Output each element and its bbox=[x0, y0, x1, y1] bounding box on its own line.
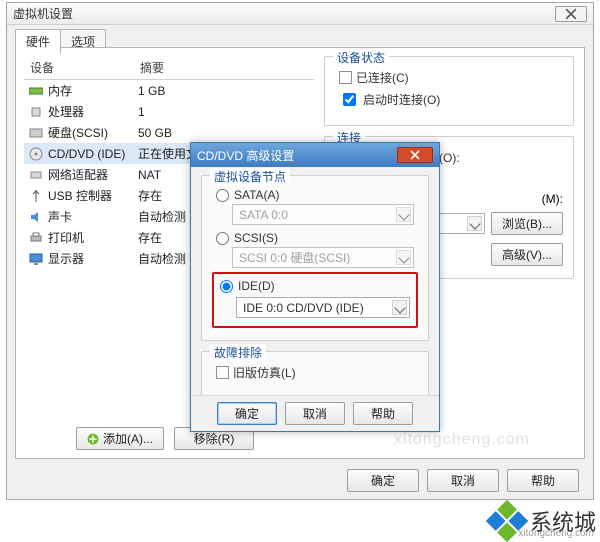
radio-icon bbox=[216, 189, 229, 202]
modal-titlebar: CD/DVD 高级设置 bbox=[191, 143, 439, 167]
add-device-button[interactable]: 添加(A)... bbox=[76, 427, 164, 450]
display-icon bbox=[28, 251, 44, 267]
device-name: 网络适配器 bbox=[48, 166, 138, 183]
ide-combo[interactable]: IDE 0:0 CD/DVD (IDE) bbox=[236, 297, 410, 318]
main-ok-button[interactable]: 确定 bbox=[347, 469, 419, 492]
main-help-button[interactable]: 帮助 bbox=[507, 469, 579, 492]
checkbox-icon bbox=[339, 71, 352, 84]
checkbox-icon bbox=[343, 93, 356, 106]
checkbox-legacy-emulation[interactable]: 旧版仿真(L) bbox=[216, 364, 418, 381]
add-button-label: 添加(A)... bbox=[103, 430, 153, 447]
ide-value: IDE 0:0 CD/DVD (IDE) bbox=[243, 301, 364, 315]
checkbox-connected[interactable]: 已连接(C) bbox=[339, 69, 563, 86]
cddvd-advanced-dialog: CD/DVD 高级设置 虚拟设备节点 SATA(A) SATA 0:0 SCSI… bbox=[190, 142, 440, 432]
group-device-status: 设备状态 已连接(C) 启动时连接(O) bbox=[324, 56, 574, 126]
main-footer: 确定 取消 帮助 bbox=[347, 469, 579, 492]
browse-button[interactable]: 浏览(B)... bbox=[491, 212, 563, 235]
sata-combo: SATA 0:0 bbox=[232, 204, 414, 225]
device-name: 内存 bbox=[48, 82, 138, 99]
window-close-button[interactable] bbox=[555, 6, 587, 22]
group-title-node: 虚拟设备节点 bbox=[210, 168, 290, 185]
memory-icon bbox=[28, 83, 44, 99]
cpu-icon bbox=[28, 104, 44, 120]
printer-icon bbox=[28, 230, 44, 246]
device-list-header: 设备 摘要 bbox=[24, 56, 314, 80]
logo-text: 系统城 bbox=[530, 505, 596, 537]
ide-highlight-box: IDE(D) IDE 0:0 CD/DVD (IDE) bbox=[212, 272, 418, 328]
modal-close-button[interactable] bbox=[397, 147, 433, 163]
radio-sata[interactable]: SATA(A) bbox=[216, 188, 418, 202]
chevron-down-icon bbox=[396, 250, 411, 265]
radio-sata-label: SATA(A) bbox=[234, 188, 280, 202]
device-summary: 50 GB bbox=[138, 126, 314, 140]
radio-scsi-label: SCSI(S) bbox=[234, 231, 278, 245]
chevron-down-icon bbox=[396, 207, 411, 222]
scsi-value: SCSI 0:0 硬盘(SCSI) bbox=[239, 249, 350, 266]
titlebar: 虚拟机设置 bbox=[7, 3, 593, 25]
modal-ok-button[interactable]: 确定 bbox=[217, 402, 277, 425]
sata-value: SATA 0:0 bbox=[239, 208, 288, 222]
plus-icon bbox=[87, 433, 99, 445]
radio-ide-label: IDE(D) bbox=[238, 279, 275, 293]
col-device: 设备 bbox=[24, 56, 134, 79]
device-name: 显示器 bbox=[48, 250, 138, 267]
group-troubleshoot: 故障排除 旧版仿真(L) bbox=[201, 351, 429, 398]
watermark-text: xitongcheng.com bbox=[394, 431, 530, 449]
advanced-button[interactable]: 高级(V)... bbox=[491, 243, 563, 266]
logo-icon bbox=[486, 500, 528, 542]
scsi-combo: SCSI 0:0 硬盘(SCSI) bbox=[232, 247, 414, 268]
checkbox-connect-on-start[interactable]: 启动时连接(O) bbox=[339, 90, 563, 109]
main-cancel-button[interactable]: 取消 bbox=[427, 469, 499, 492]
disk-icon bbox=[28, 125, 44, 141]
device-name: 硬盘(SCSI) bbox=[48, 124, 138, 141]
chevron-down-icon bbox=[392, 300, 407, 315]
cd-icon bbox=[28, 146, 44, 162]
col-summary: 摘要 bbox=[134, 56, 314, 79]
net-icon bbox=[28, 167, 44, 183]
window-title: 虚拟机设置 bbox=[13, 5, 73, 22]
radio-icon bbox=[216, 232, 229, 245]
close-icon bbox=[565, 8, 577, 20]
modal-footer: 确定 取消 帮助 bbox=[191, 395, 439, 431]
legacy-label: 旧版仿真(L) bbox=[233, 364, 296, 381]
device-summary: 1 bbox=[138, 105, 314, 119]
device-name: CD/DVD (IDE) bbox=[48, 147, 138, 161]
chevron-down-icon bbox=[467, 216, 482, 231]
device-name: 声卡 bbox=[48, 208, 138, 225]
radio-scsi[interactable]: SCSI(S) bbox=[216, 231, 418, 245]
close-icon bbox=[410, 150, 420, 160]
iso-suffix-label: (M): bbox=[542, 192, 563, 206]
device-row-disk[interactable]: 硬盘(SCSI)50 GB bbox=[24, 122, 314, 143]
radio-icon bbox=[220, 280, 233, 293]
device-summary: 1 GB bbox=[138, 84, 314, 98]
modal-cancel-button[interactable]: 取消 bbox=[285, 402, 345, 425]
device-row-cpu[interactable]: 处理器1 bbox=[24, 101, 314, 122]
sound-icon bbox=[28, 209, 44, 225]
checkbox-start-label: 启动时连接(O) bbox=[363, 91, 440, 108]
device-name: 打印机 bbox=[48, 229, 138, 246]
device-row-memory[interactable]: 内存1 GB bbox=[24, 80, 314, 101]
checkbox-icon bbox=[216, 366, 229, 379]
modal-help-button[interactable]: 帮助 bbox=[353, 402, 413, 425]
modal-title-text: CD/DVD 高级设置 bbox=[197, 147, 397, 164]
checkbox-connected-label: 已连接(C) bbox=[356, 69, 409, 86]
group-title-status: 设备状态 bbox=[333, 49, 389, 66]
site-logo: 系统城 bbox=[492, 505, 596, 537]
group-title-trouble: 故障排除 bbox=[210, 344, 266, 361]
device-name: USB 控制器 bbox=[48, 187, 138, 204]
group-virtual-node: 虚拟设备节点 SATA(A) SATA 0:0 SCSI(S) SCSI 0:0… bbox=[201, 175, 429, 341]
radio-ide[interactable]: IDE(D) bbox=[220, 279, 410, 293]
usb-icon bbox=[28, 188, 44, 204]
tab-hardware[interactable]: 硬件 bbox=[15, 29, 61, 54]
device-name: 处理器 bbox=[48, 103, 138, 120]
